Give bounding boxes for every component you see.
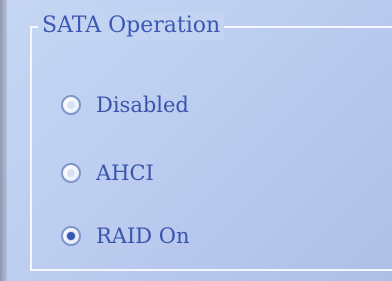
groupbox-title: SATA Operation xyxy=(38,12,225,40)
radio-dot xyxy=(67,101,75,109)
radio-button-raid-on[interactable] xyxy=(61,226,81,246)
screen-bezel-edge xyxy=(0,0,7,281)
option-raid-on-label: RAID On xyxy=(96,224,190,248)
radio-dot xyxy=(67,169,75,177)
radio-button-disabled[interactable] xyxy=(61,95,81,115)
radio-button-ahci[interactable] xyxy=(61,163,81,183)
option-raid-on[interactable]: RAID On xyxy=(61,223,190,249)
option-disabled[interactable]: Disabled xyxy=(61,92,189,118)
option-ahci-label: AHCI xyxy=(96,161,154,185)
option-disabled-label: Disabled xyxy=(96,93,189,117)
option-ahci[interactable]: AHCI xyxy=(61,160,154,186)
radio-dot-selected xyxy=(67,232,75,240)
